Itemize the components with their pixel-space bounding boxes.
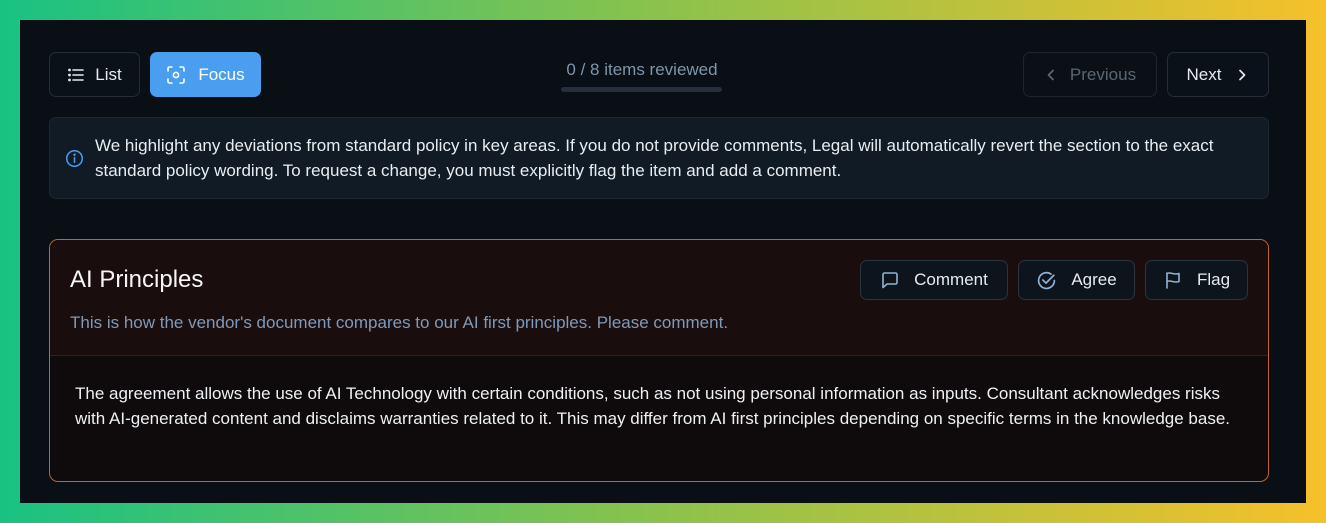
- check-circle-icon: [1036, 270, 1057, 291]
- flag-label: Flag: [1196, 270, 1231, 289]
- review-item-title: AI Principles: [70, 266, 204, 293]
- list-view-label: List: [95, 64, 122, 84]
- review-item-header: AI Principles This is how the vendor's d…: [50, 240, 1268, 356]
- comment-label: Comment: [914, 270, 988, 289]
- review-progress-text: 0 / 8 items reviewed: [566, 60, 718, 79]
- previous-label: Previous: [1069, 64, 1137, 84]
- policy-info-text: We highlight any deviations from standar…: [95, 136, 1214, 180]
- comment-button[interactable]: Comment: [860, 260, 1008, 300]
- review-panel: List Focus 0 / 8 items reviewed Previous…: [20, 20, 1306, 503]
- next-label: Next: [1186, 64, 1222, 84]
- chevron-right-icon: [1235, 68, 1249, 82]
- focus-icon: [166, 65, 186, 85]
- flag-icon: [1163, 270, 1183, 290]
- previous-button[interactable]: Previous: [1023, 52, 1157, 97]
- focus-view-label: Focus: [198, 64, 245, 84]
- list-view-button[interactable]: List: [49, 52, 140, 97]
- message-square-icon: [880, 270, 900, 290]
- focus-view-button[interactable]: Focus: [150, 52, 261, 97]
- chevron-left-icon: [1044, 68, 1058, 82]
- policy-info-banner: We highlight any deviations from standar…: [49, 117, 1269, 199]
- review-item-body: The agreement allows the use of AI Techn…: [75, 384, 1231, 428]
- next-button[interactable]: Next: [1167, 52, 1269, 97]
- agree-label: Agree: [1071, 270, 1117, 289]
- list-icon: [67, 66, 85, 84]
- review-item-card: AI Principles This is how the vendor's d…: [49, 239, 1269, 482]
- review-progress-bar: [561, 87, 722, 92]
- review-item-subtitle: This is how the vendor's document compar…: [70, 313, 729, 332]
- info-icon: [65, 149, 84, 173]
- flag-button[interactable]: Flag: [1145, 260, 1248, 300]
- agree-button[interactable]: Agree: [1018, 260, 1135, 300]
